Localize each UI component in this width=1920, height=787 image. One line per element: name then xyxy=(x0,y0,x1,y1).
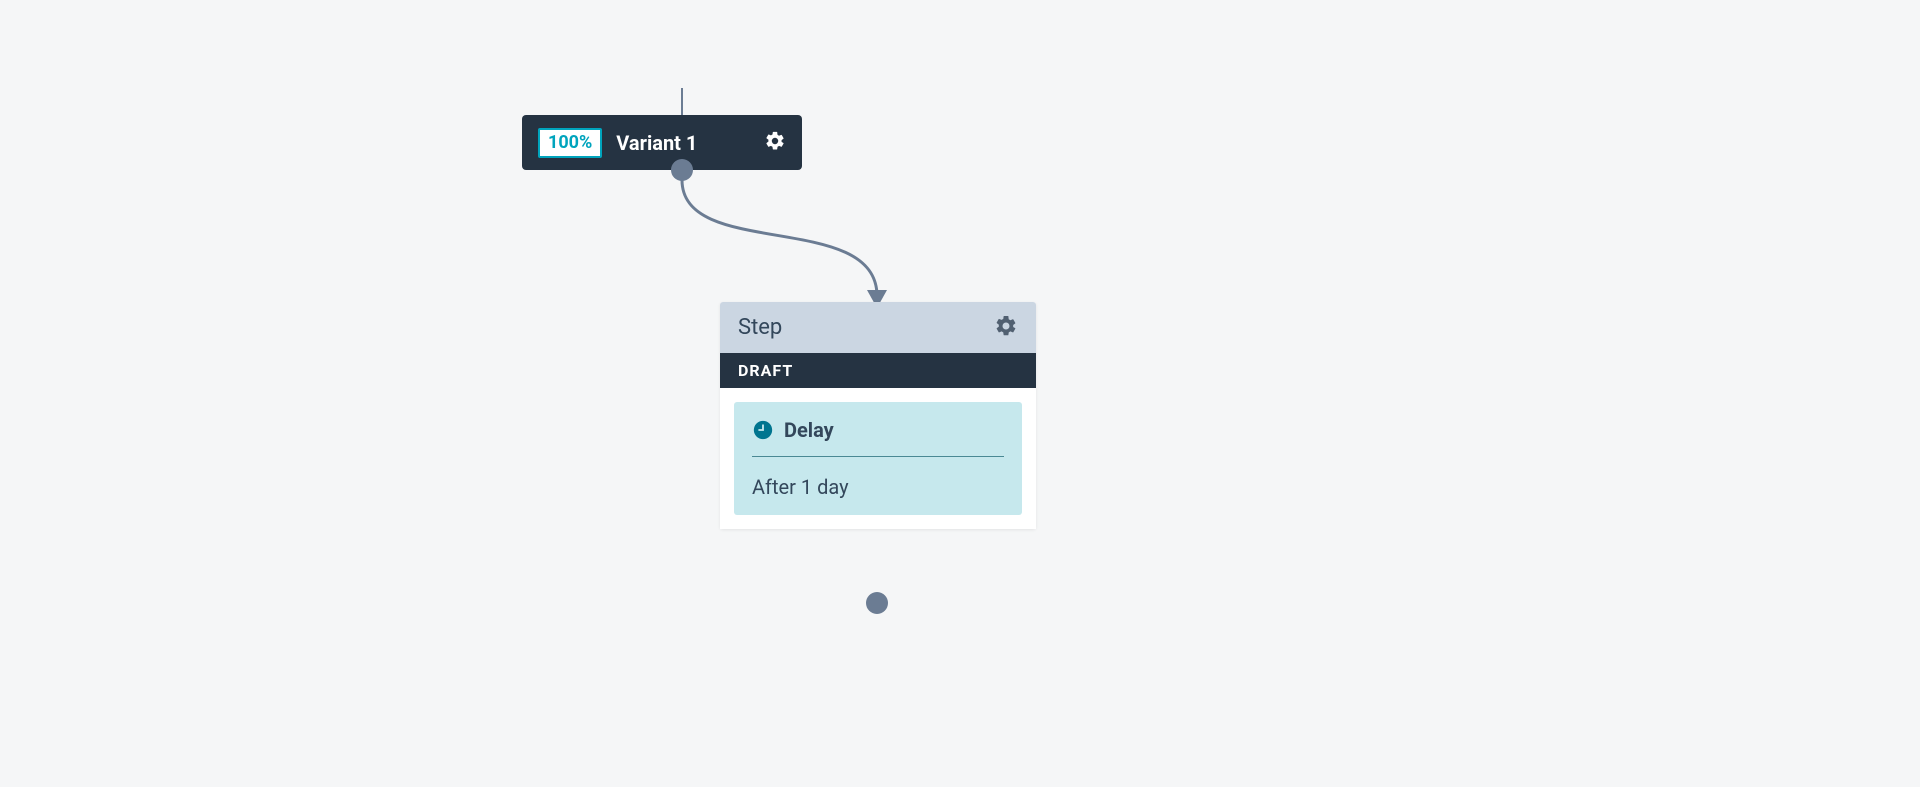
step-title: Step xyxy=(738,315,782,340)
workflow-canvas: 100% Variant 1 Step DR xyxy=(0,0,1920,787)
clock-icon xyxy=(752,419,774,441)
delay-value: After 1 day xyxy=(752,457,1004,499)
delay-header: Delay xyxy=(752,418,1004,457)
variant-label: Variant 1 xyxy=(616,131,750,155)
gear-icon xyxy=(994,314,1018,341)
step-card[interactable]: Step DRAFT Delay xyxy=(720,302,1036,529)
connector-stub-top xyxy=(681,88,683,115)
delay-label: Delay xyxy=(784,418,834,442)
variant-settings-button[interactable] xyxy=(764,130,786,155)
step-body: Delay After 1 day xyxy=(720,388,1036,529)
step-settings-button[interactable] xyxy=(994,314,1018,341)
connection-dot[interactable] xyxy=(671,159,693,181)
connection-dot[interactable] xyxy=(866,592,888,614)
status-badge: DRAFT xyxy=(720,353,1036,388)
variant-node[interactable]: 100% Variant 1 xyxy=(522,115,802,170)
step-header: Step xyxy=(720,302,1036,353)
delay-block[interactable]: Delay After 1 day xyxy=(734,402,1022,515)
percent-badge: 100% xyxy=(538,128,602,158)
gear-icon xyxy=(764,130,786,155)
